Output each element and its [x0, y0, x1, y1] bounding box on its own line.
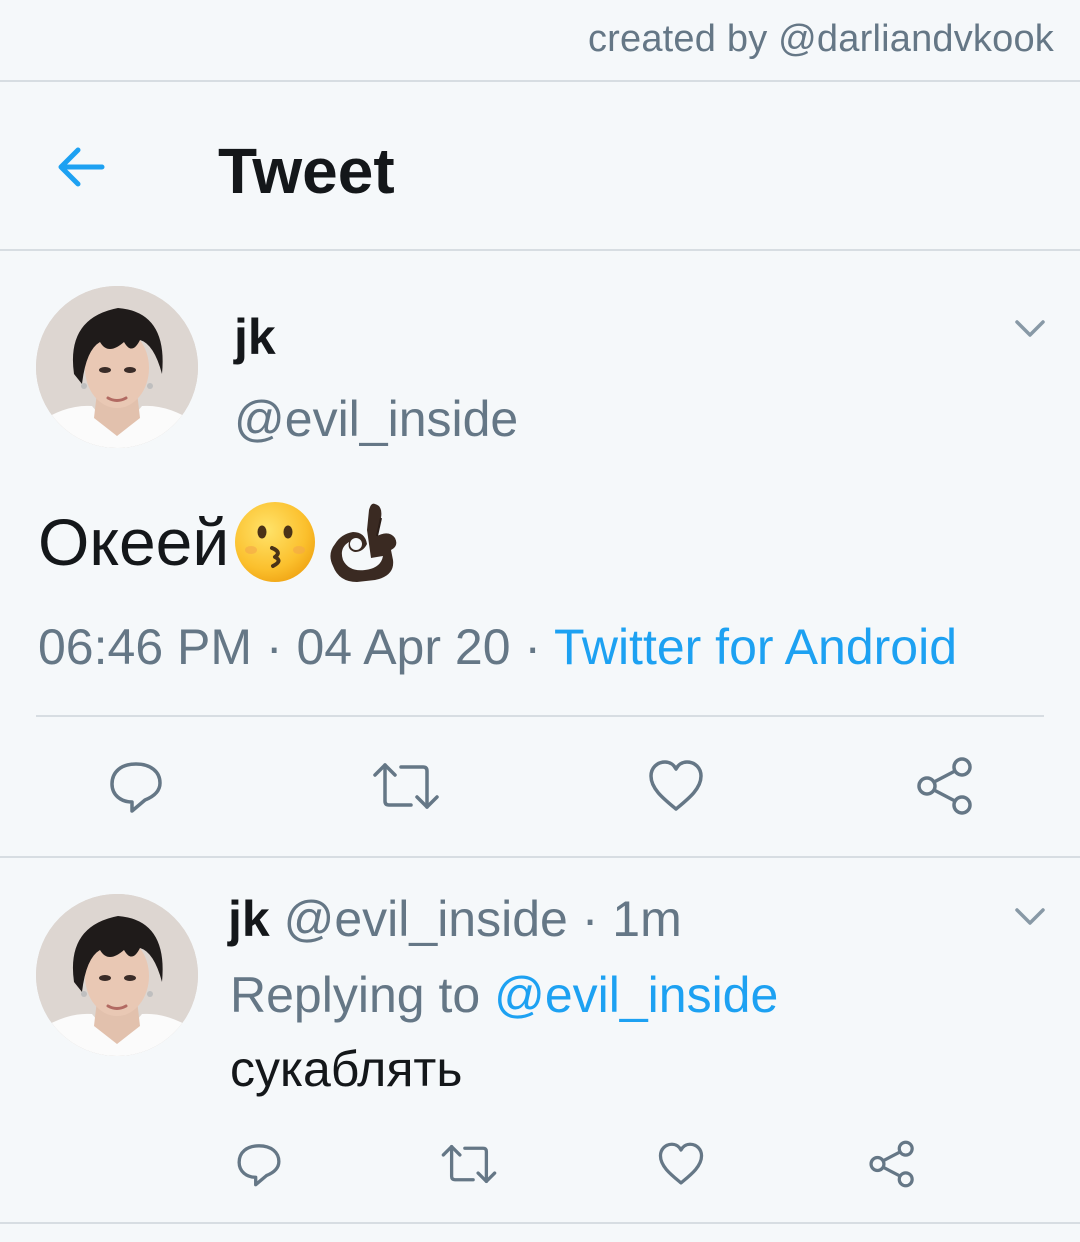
meta-separator: · — [567, 891, 613, 947]
like-icon — [658, 1142, 704, 1185]
reply-button[interactable] — [104, 756, 168, 816]
replying-to-line: Replying to @evil_inside — [230, 966, 778, 1024]
reply-icon — [237, 1144, 281, 1187]
back-button[interactable] — [54, 140, 114, 194]
chevron-down-icon — [1015, 908, 1045, 925]
replying-label: Replying to — [230, 967, 481, 1023]
author-name[interactable]: jk — [234, 308, 276, 366]
reply-avatar[interactable] — [36, 894, 198, 1056]
tweet-text: Океей — [38, 500, 401, 584]
retweet-icon — [441, 1144, 497, 1184]
tweet-date: 04 Apr 20 — [296, 619, 511, 675]
tweet-meta: 06:46 PM · 04 Apr 20 · Twitter for Andro… — [38, 618, 957, 676]
tweet-section-divider — [0, 856, 1080, 858]
reply-section-divider — [0, 1222, 1080, 1224]
reply-reply-button[interactable] — [232, 1138, 286, 1190]
tweet-time: 06:46 PM — [38, 619, 253, 675]
meta-separator: · — [510, 619, 555, 675]
tweet-source-link[interactable]: Twitter for Android — [554, 619, 957, 675]
reply-author-handle[interactable]: @evil_inside — [284, 891, 568, 947]
reply-menu-button[interactable] — [1014, 906, 1046, 933]
arrow-left-icon — [58, 147, 105, 187]
profile-photo — [36, 894, 198, 1056]
retweet-button[interactable] — [370, 756, 442, 816]
meta-separator: · — [252, 619, 297, 675]
reply-text: сукаблять — [230, 1041, 463, 1097]
kissing-face-icon — [233, 500, 317, 584]
tweet-body: Океей — [38, 505, 230, 579]
page-title: Tweet — [218, 135, 395, 207]
ok-hand-icon — [325, 500, 401, 584]
share-button[interactable] — [912, 754, 978, 818]
avatar[interactable] — [36, 286, 198, 448]
reply-retweet-button[interactable] — [438, 1138, 500, 1190]
replying-to-mention[interactable]: @evil_inside — [494, 967, 778, 1023]
share-icon — [869, 1140, 914, 1188]
creator-credit: created by @darliandvkook — [587, 18, 1054, 60]
chevron-down-icon — [1015, 320, 1045, 337]
tweet-menu-button[interactable] — [1014, 318, 1046, 345]
author-handle[interactable]: @evil_inside — [234, 390, 518, 448]
credit-divider — [0, 80, 1080, 82]
retweet-icon — [373, 763, 439, 809]
reply-share-button[interactable] — [864, 1136, 920, 1192]
reply-age: 1m — [612, 891, 682, 947]
top-app-bar: Tweet — [0, 84, 1080, 250]
reply-author-name[interactable]: jk — [228, 891, 270, 947]
header-divider — [0, 249, 1080, 251]
reply-header: jk @evil_inside · 1m — [228, 890, 682, 948]
like-icon — [649, 760, 703, 811]
like-button[interactable] — [644, 756, 708, 816]
reply-like-button[interactable] — [654, 1138, 708, 1190]
share-icon — [917, 757, 972, 815]
reply-icon — [110, 762, 162, 813]
tweet-divider — [36, 715, 1044, 717]
profile-photo — [36, 286, 198, 448]
